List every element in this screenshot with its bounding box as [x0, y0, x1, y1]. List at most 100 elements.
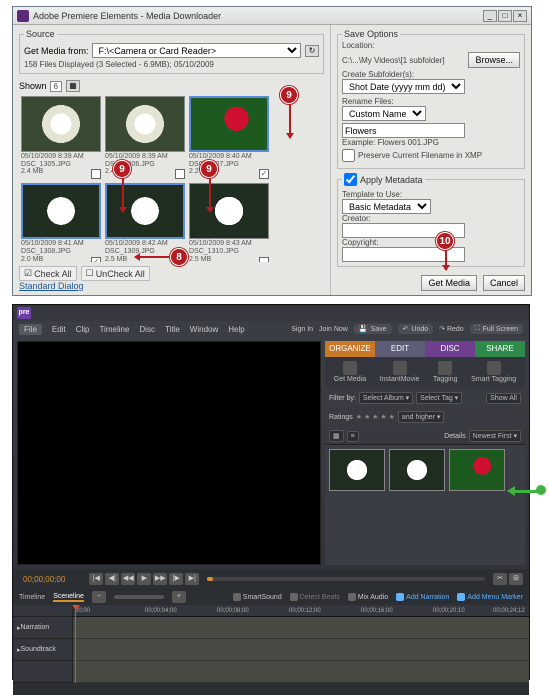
menu-file[interactable]: File [19, 324, 42, 335]
browse-button[interactable]: Browse... [468, 52, 520, 68]
create-subfolder-select[interactable]: Shot Date (yyyy mm dd) [342, 79, 465, 94]
thumbnail-checkbox[interactable] [175, 169, 185, 179]
and-higher-dropdown[interactable]: and higher ▾ [398, 411, 445, 423]
timecode-display[interactable]: 00;00;00;00 [23, 575, 65, 584]
save-button[interactable]: 💾 Save [354, 324, 392, 334]
menu-timeline[interactable]: Timeline [99, 325, 129, 334]
shuttle-scrubber[interactable] [207, 577, 485, 581]
add-narration-icon [396, 593, 404, 601]
check-all-button[interactable]: ☑ Check All [19, 266, 77, 281]
star-rating[interactable]: ★ ★ ★ ★ ★ [356, 413, 395, 421]
thumbnail-checkbox[interactable] [259, 257, 269, 262]
menu-help[interactable]: Help [228, 325, 244, 334]
rewind-button[interactable]: ◀◀ [121, 573, 135, 585]
fullscreen-button[interactable]: ⛶ Full Screen [470, 324, 523, 334]
tool-button[interactable]: ✂ [493, 573, 507, 585]
apply-metadata-checkbox[interactable] [344, 173, 357, 186]
template-select[interactable]: Basic Metadata [342, 199, 431, 214]
select-album-dropdown[interactable]: Select Album ▾ [359, 392, 413, 404]
thumbnail-checkbox[interactable]: ✓ [259, 169, 269, 179]
media-thumbnail[interactable]: 05/10/2009 8:41 AMDSC_1308.JPG2.0 MB✓ [21, 183, 101, 262]
step-fwd-button[interactable]: |▶ [169, 573, 183, 585]
tab-edit[interactable]: EDIT [375, 341, 425, 357]
undo-button[interactable]: ↶ Undo [398, 324, 434, 334]
rename-text-input[interactable] [342, 123, 465, 138]
current-time-indicator[interactable] [75, 605, 76, 683]
goto-start-button[interactable]: |◀ [89, 573, 103, 585]
select-tag-dropdown[interactable]: Select Tag ▾ [416, 392, 462, 404]
thumbnail-grid: 05/10/2009 8:39 AMDSC_1305.JPG2.4 MB 05/… [19, 94, 324, 262]
sceneline-tab[interactable]: Sceneline [53, 593, 84, 602]
thumbnail-image [21, 183, 101, 239]
signin-link[interactable]: Sign In [291, 326, 313, 333]
add-narration-button[interactable]: Add Narration [396, 593, 449, 601]
details-label[interactable]: Details [444, 433, 465, 440]
fastforward-button[interactable]: ▶▶ [153, 573, 167, 585]
sort-dropdown[interactable]: Newest First ▾ [469, 430, 521, 442]
time-ruler[interactable]: 00;00 00;00;04;00 00;00;08;00 00;00;12;0… [73, 605, 529, 617]
goto-end-button[interactable]: ▶| [185, 573, 199, 585]
titlebar[interactable]: Adobe Premiere Elements - Media Download… [13, 7, 531, 25]
show-all-button[interactable]: Show All [486, 393, 521, 404]
soundtrack-track-label[interactable]: ▸ Soundtrack [13, 639, 72, 661]
tab-disc-menus[interactable]: DISC MENUS [425, 341, 475, 357]
smartsound-button[interactable]: SmartSound [233, 593, 282, 601]
source-legend: Source [24, 29, 57, 39]
tool-button[interactable]: ⊞ [509, 573, 523, 585]
add-menu-marker-button[interactable]: Add Menu Marker [457, 593, 523, 601]
smart-tagging-icon [487, 361, 501, 375]
mix-audio-icon [348, 593, 356, 601]
zoom-out-button[interactable]: − [92, 591, 106, 603]
media-thumbnail[interactable]: 05/10/2009 8:39 AMDSC_1305.JPG2.4 MB [21, 96, 101, 179]
get-media-tool[interactable]: Get Media [334, 361, 366, 383]
standard-dialog-link[interactable]: Standard Dialog [19, 281, 324, 291]
menu-window[interactable]: Window [190, 325, 218, 334]
instantmovie-tool[interactable]: InstantMovie [380, 361, 420, 383]
callout-10: 10 [436, 232, 454, 250]
callout-9: 9 [200, 160, 218, 178]
menu-clip[interactable]: Clip [76, 325, 90, 334]
cancel-button[interactable]: Cancel [483, 275, 525, 291]
get-media-from-label: Get Media from: [24, 46, 89, 56]
maximize-button[interactable]: □ [498, 10, 512, 22]
zoom-in-button[interactable]: + [172, 591, 186, 603]
template-label: Template to Use: [342, 190, 520, 199]
media-thumbnail[interactable]: 05/10/2009 8:43 AMDSC_1310.JPG2.5 MB [189, 183, 269, 262]
menu-disc[interactable]: Disc [139, 325, 155, 334]
grid-view-icon[interactable]: ▦ [329, 430, 344, 442]
joinnow-link[interactable]: Join Now [319, 326, 348, 333]
timeline-tracks[interactable]: 00;00 00;00;04;00 00;00;08;00 00;00;12;0… [73, 605, 529, 683]
uncheck-all-button[interactable]: ☐ UnCheck All [81, 266, 150, 281]
shown-label: Shown [19, 81, 47, 91]
mix-audio-button[interactable]: Mix Audio [348, 593, 388, 601]
redo-button[interactable]: ↷ Redo [439, 325, 464, 333]
zoom-slider[interactable] [114, 595, 164, 599]
step-back-button[interactable]: ◀| [105, 573, 119, 585]
preserve-filename-checkbox[interactable]: Preserve Current Filename in XMP [342, 149, 520, 162]
monitor-panel[interactable] [17, 341, 321, 565]
menu-title[interactable]: Title [165, 325, 180, 334]
close-button[interactable]: × [513, 10, 527, 22]
rename-files-select[interactable]: Custom Name [342, 106, 426, 121]
thumbnail-checkbox[interactable] [91, 169, 101, 179]
get-media-from-select[interactable]: F:\<Camera or Card Reader> [92, 43, 301, 58]
tab-organize[interactable]: ORGANIZE [325, 341, 375, 357]
tab-share[interactable]: SHARE [475, 341, 525, 357]
menu-edit[interactable]: Edit [52, 325, 66, 334]
play-button[interactable]: ▶ [137, 573, 151, 585]
minimize-button[interactable]: _ [483, 10, 497, 22]
narration-track-label[interactable]: ▸ Narration [13, 617, 72, 639]
detect-beats-button[interactable]: Detect Beats [290, 593, 340, 601]
view-mode-button[interactable]: ▦ [66, 80, 80, 92]
browser-thumbnail[interactable] [329, 449, 385, 491]
browser-thumbnail[interactable] [389, 449, 445, 491]
timeline-tab[interactable]: Timeline [19, 594, 45, 601]
browser-thumbnail[interactable] [449, 449, 505, 491]
thumbnail-checkbox[interactable]: ✓ [91, 257, 101, 262]
copyright-label: Copyright: [342, 238, 520, 247]
tagging-tool[interactable]: Tagging [433, 361, 458, 383]
list-view-icon[interactable]: ≡ [347, 431, 359, 442]
get-media-button[interactable]: Get Media [421, 275, 477, 291]
smart-tagging-tool[interactable]: Smart Tagging [471, 361, 516, 383]
refresh-icon[interactable]: ↻ [305, 45, 319, 57]
